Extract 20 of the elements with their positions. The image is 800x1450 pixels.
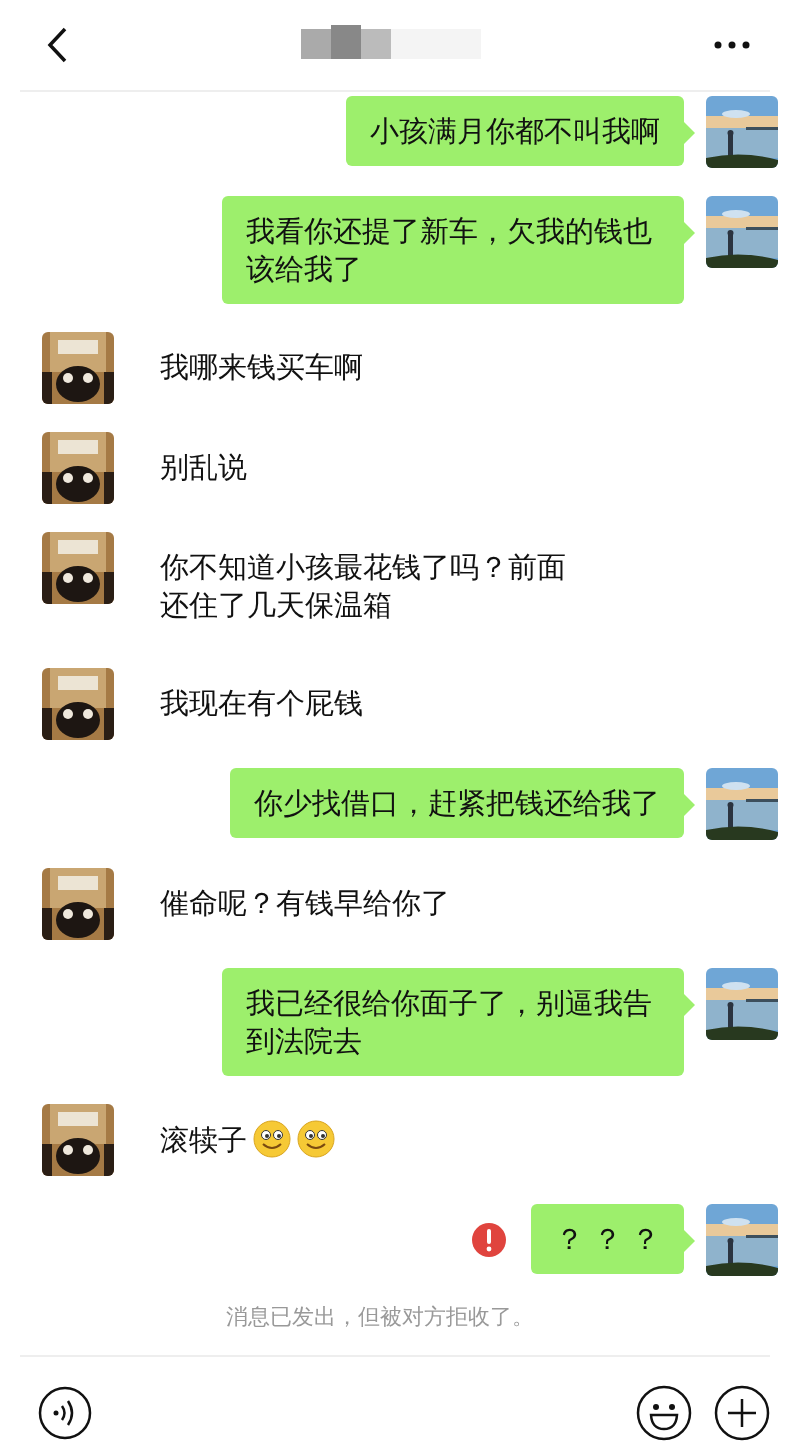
more-icon[interactable]: [714, 41, 750, 49]
message-text: 催命呢？有钱早给你了: [160, 886, 450, 920]
message-text: 我哪来钱买车啊: [160, 350, 363, 384]
error-icon[interactable]: [470, 1222, 507, 1258]
add-icon[interactable]: [714, 1385, 770, 1441]
message-text: ？ ？ ？: [554, 1222, 660, 1256]
voice-icon[interactable]: [38, 1386, 92, 1440]
message-text: 滚犊子: [160, 1123, 247, 1157]
emoji-icon[interactable]: [636, 1385, 692, 1441]
system-notice: 消息已发出，但被对方拒收了。: [225, 1303, 535, 1331]
smiley-icon: [297, 1120, 335, 1158]
message-text: 别乱说: [160, 450, 247, 484]
back-icon[interactable]: [46, 26, 68, 64]
message-text: 我已经很给你面子了，别逼我告到法院去: [246, 986, 652, 1058]
message-text: 你少找借口，赶紧把钱还给我了: [254, 786, 660, 820]
smiley-icon: [253, 1120, 291, 1158]
message-text: 你不知道小孩最花钱了吗？前面还住了几天保温箱: [160, 550, 566, 622]
message-text: 我现在有个屁钱: [160, 686, 363, 720]
message-text: 小孩满月你都不叫我啊: [370, 114, 660, 148]
message-text: 我看你还提了新车，欠我的钱也该给我了: [246, 214, 652, 286]
